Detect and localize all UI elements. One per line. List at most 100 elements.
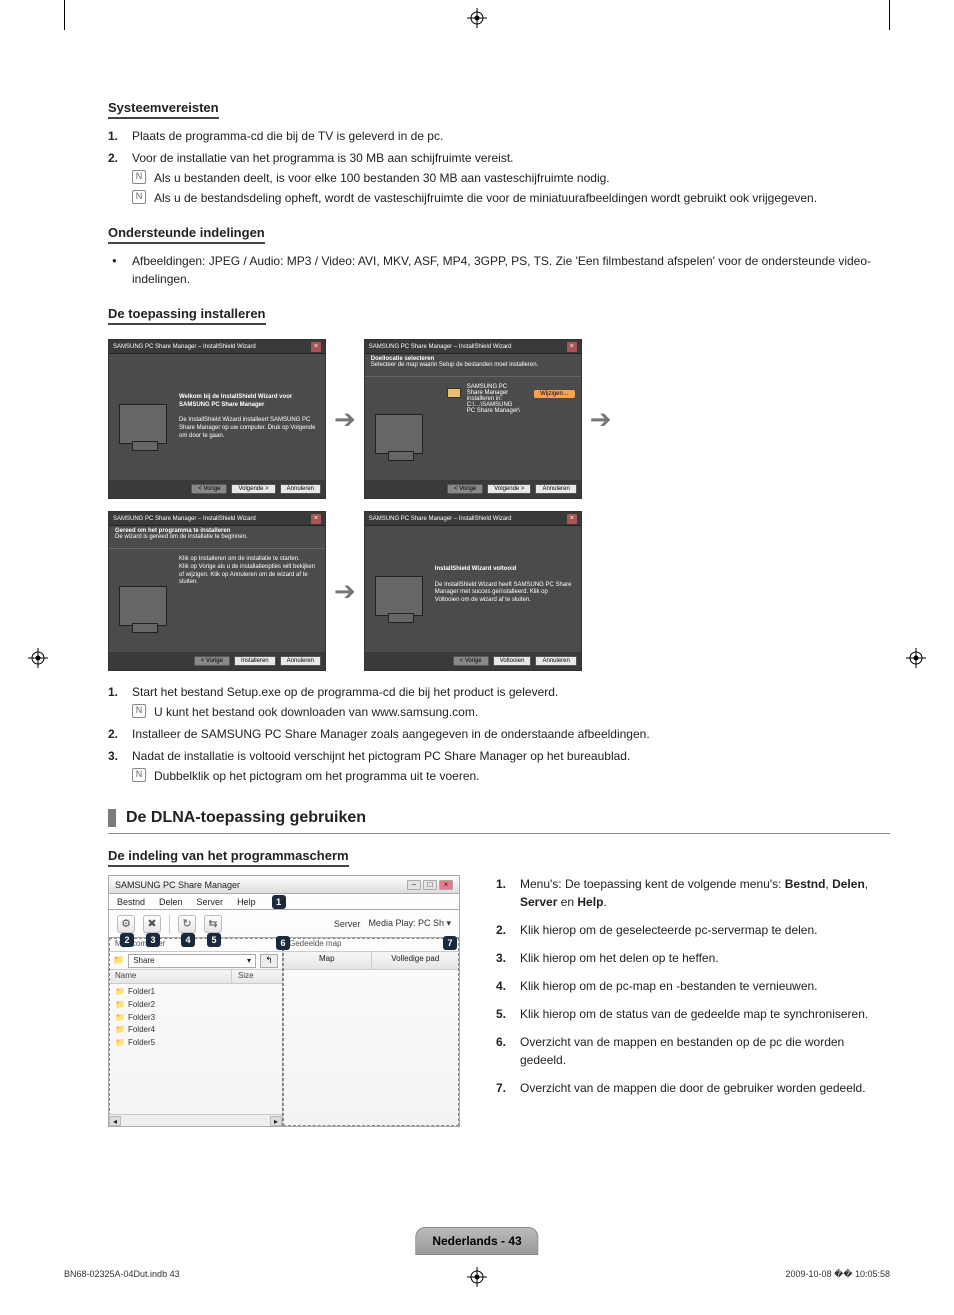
minimize-icon[interactable]: –	[407, 880, 421, 890]
text: Klik op Installeren om de installatie te…	[179, 556, 317, 587]
installer-step-2: SAMSUNG PC Share Manager – InstallShield…	[364, 339, 582, 499]
arrow-right-icon: ➔	[590, 404, 612, 435]
print-footer: BN68-02325A-04Dut.indb 43 2009-10-08 �� …	[64, 1269, 890, 1280]
server-select[interactable]: Media Play: PC Sh ▾	[368, 918, 451, 929]
note: N Als u de bestandsdeling opheft, wordt d…	[132, 189, 890, 207]
list-item: 2.Klik hierop om de geselecteerde pc-ser…	[520, 921, 890, 939]
text: U kunt het bestand ook downloaden van ww…	[154, 705, 478, 719]
list-item: 3.Klik hierop om het delen op te heffen.	[520, 949, 890, 967]
installer-step-4: SAMSUNG PC Share Manager – InstallShield…	[364, 511, 582, 671]
monitor-icon	[119, 404, 167, 444]
callout-marker-2: 2	[120, 933, 134, 947]
app-title: SAMSUNG PC Share Manager	[115, 880, 240, 890]
text: Klik hierop om de pc-map en -bestanden t…	[520, 979, 818, 993]
unshare-button[interactable]: ✖	[143, 915, 161, 933]
refresh-button[interactable]: ↻	[178, 915, 196, 933]
text: De InstallShield Wizard heeft SAMSUNG PC…	[435, 582, 572, 604]
callout-marker-6: 6	[276, 936, 290, 950]
text: .	[603, 895, 606, 909]
back-button[interactable]: < Vorige	[453, 656, 489, 666]
section-formats: Ondersteunde indelingen Afbeeldingen: JP…	[108, 225, 890, 288]
menu-help[interactable]: Help	[237, 897, 256, 907]
cancel-button[interactable]: Annuleren	[280, 484, 321, 494]
change-button[interactable]: Wijzigen…	[534, 390, 575, 398]
cancel-button[interactable]: Annuleren	[280, 656, 321, 666]
arrow-right-icon: ➔	[334, 576, 356, 607]
column-header[interactable]: Size	[232, 970, 282, 983]
panel-my-computer: 6 Mijn computer 📁 Share▾ ↰ NameSize Fold…	[109, 938, 283, 1126]
arrow-right-icon: ➔	[334, 404, 356, 435]
text: Overzicht van de mappen die door de gebr…	[520, 1081, 866, 1095]
cancel-button[interactable]: Annuleren	[535, 656, 576, 666]
list-item[interactable]: Folder5	[115, 1037, 276, 1050]
text: Start het bestand Setup.exe op de progra…	[132, 685, 558, 699]
section-install: De toepassing installeren SAMSUNG PC Sha…	[108, 306, 890, 785]
text: Als u bestanden deelt, is voor elke 100 …	[154, 171, 610, 185]
next-button[interactable]: Volgende >	[487, 484, 531, 494]
panel-heading: Gedeelde map	[283, 938, 459, 952]
heading-sysreq: Systeemvereisten	[108, 100, 219, 119]
text: Delen	[832, 877, 865, 891]
toolbar: ⚙2 ✖3 ↻4 ⇆5 Server Media Play: PC Sh ▾	[109, 910, 459, 938]
text: Als u de bestandsdeling opheft, wordt de…	[154, 191, 817, 205]
window-controls: – □ ×	[407, 880, 453, 890]
note-icon: N	[132, 170, 146, 184]
install-button[interactable]: Installeren	[234, 656, 276, 666]
list-item[interactable]: Folder4	[115, 1024, 276, 1037]
finish-button[interactable]: Voltooien	[493, 656, 532, 666]
folder-select[interactable]: Share▾	[128, 954, 256, 968]
text: Voor de installatie van het programma is…	[132, 151, 514, 165]
text: SAMSUNG PC Share Manager installeren in:…	[467, 384, 521, 414]
close-icon[interactable]: ×	[439, 880, 453, 890]
column-header[interactable]: Name	[109, 970, 232, 983]
menu-file[interactable]: Bestnd	[117, 897, 145, 907]
list-item: 6.Overzicht van de mappen en bestanden o…	[520, 1033, 890, 1069]
text: De wizard is gereed om de installatie te…	[115, 534, 248, 540]
parent-folder-button[interactable]: ↰	[260, 954, 278, 968]
layout-descriptions: 1. Menu's: De toepassing kent de volgend…	[496, 875, 890, 1107]
list-item: 1.Start het bestand Setup.exe op de prog…	[132, 683, 890, 721]
sync-button[interactable]: ⇆	[204, 915, 222, 933]
close-icon[interactable]: ×	[311, 514, 321, 524]
maximize-icon[interactable]: □	[423, 880, 437, 890]
text: InstallShield Wizard voltooid	[435, 566, 517, 572]
list-item[interactable]: Folder3	[115, 1012, 276, 1025]
section-sysreq: Systeemvereisten 1.Plaats de programma-c…	[108, 100, 890, 207]
section-dlna-heading: De DLNA-toepassing gebruiken	[108, 809, 890, 827]
close-icon[interactable]: ×	[567, 342, 577, 352]
callout-marker-1: 1	[272, 895, 286, 909]
menu-share[interactable]: Delen	[159, 897, 183, 907]
close-icon[interactable]: ×	[567, 514, 577, 524]
next-button[interactable]: Volgende >	[231, 484, 275, 494]
note-icon: N	[132, 190, 146, 204]
panel-shared-folder: 7 Gedeelde map MapVolledige pad	[283, 938, 459, 1126]
back-button[interactable]: < Vorige	[191, 484, 227, 494]
note-icon: N	[132, 704, 146, 718]
list-item[interactable]: Folder1	[115, 986, 276, 999]
chevron-down-icon: ▾	[247, 956, 251, 965]
share-button[interactable]: ⚙	[117, 915, 135, 933]
scrollbar[interactable]: ◂▸	[109, 1114, 282, 1126]
list-item[interactable]: Folder2	[115, 999, 276, 1012]
monitor-icon	[375, 414, 423, 454]
list-item: 2.Installeer de SAMSUNG PC Share Manager…	[132, 725, 890, 743]
column-header[interactable]: Map	[283, 952, 372, 969]
page: Systeemvereisten 1.Plaats de programma-c…	[0, 0, 954, 1315]
menu-server[interactable]: Server	[197, 897, 224, 907]
section-layout: De indeling van het programmascherm SAMS…	[108, 848, 890, 1127]
heading-dlna: De DLNA-toepassing gebruiken	[126, 809, 366, 827]
column-header[interactable]: Volledige pad	[372, 952, 460, 969]
note: N Als u bestanden deelt, is voor elke 100…	[132, 169, 890, 187]
registration-mark-icon	[467, 8, 487, 28]
footer-right: 2009-10-08 �� 10:05:58	[785, 1269, 890, 1280]
heading-accent-bar	[108, 809, 116, 827]
text: Afbeeldingen: JPEG / Audio: MP3 / Video:…	[132, 254, 871, 286]
monitor-icon	[119, 586, 167, 626]
file-list: Folder1 Folder2 Folder3 Folder4 Folder5	[109, 984, 282, 1052]
close-icon[interactable]: ×	[311, 342, 321, 352]
heading-install: De toepassing installeren	[108, 306, 266, 325]
back-button[interactable]: < Vorige	[194, 656, 230, 666]
cancel-button[interactable]: Annuleren	[535, 484, 576, 494]
text: Server	[520, 895, 557, 909]
back-button[interactable]: < Vorige	[447, 484, 483, 494]
